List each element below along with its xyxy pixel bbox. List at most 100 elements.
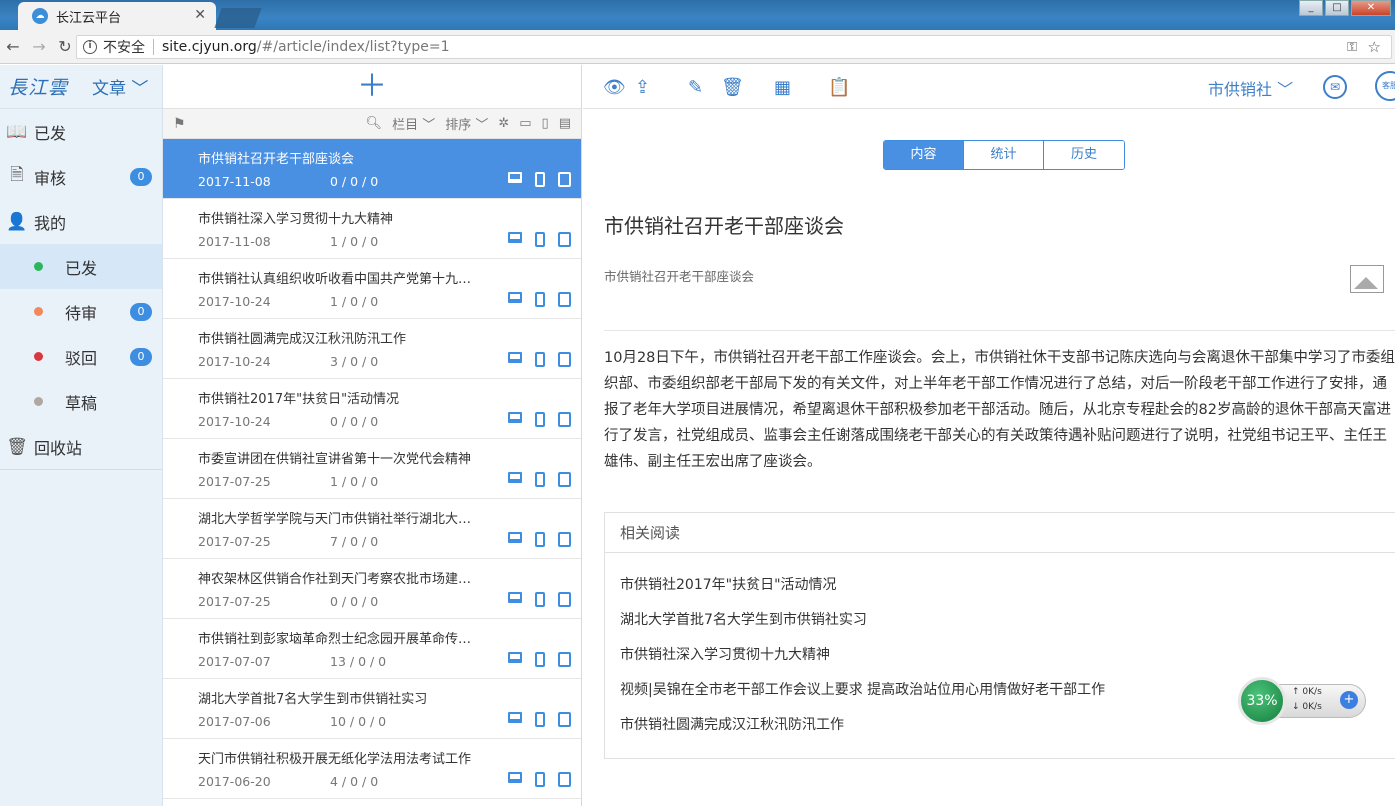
- minimize-button[interactable]: _: [1299, 0, 1323, 16]
- browser-tab[interactable]: ☁ 长江云平台 ✕: [18, 2, 216, 30]
- share-icon[interactable]: ⇪: [635, 77, 650, 98]
- tab-content[interactable]: 内容: [884, 141, 964, 169]
- sidebar-item-mine[interactable]: 👤 我的: [0, 199, 162, 244]
- desktop-icon[interactable]: [508, 652, 522, 663]
- html5-icon[interactable]: [558, 292, 571, 307]
- image-placeholder-icon[interactable]: [1350, 265, 1384, 293]
- html5-icon[interactable]: [558, 412, 571, 427]
- desktop-icon[interactable]: [508, 592, 522, 603]
- html5-icon[interactable]: [558, 472, 571, 487]
- related-link[interactable]: 市供销社2017年"扶贫日"活动情况: [605, 568, 1395, 603]
- desktop-icon[interactable]: [508, 532, 522, 543]
- phone-icon[interactable]: [535, 472, 545, 487]
- tab-history[interactable]: 历史: [1044, 141, 1124, 169]
- html5-icon[interactable]: [558, 172, 571, 187]
- phone-icon[interactable]: [535, 292, 545, 307]
- sidebar-subitem-draft[interactable]: 草稿: [0, 379, 162, 424]
- row-stats: 1 / 0 / 0: [330, 294, 379, 309]
- mail-icon[interactable]: ✉: [1323, 75, 1347, 99]
- table-row[interactable]: 市委宣讲团在供销社宣讲省第十一次党代会精神 2017-07-25 1 / 0 / 0: [163, 439, 581, 499]
- preview-eye-icon[interactable]: 👁: [603, 77, 626, 98]
- table-row[interactable]: 市供销社圆满完成汉江秋汛防汛工作 2017-10-24 3 / 0 / 0: [163, 319, 581, 379]
- phone-icon[interactable]: [535, 172, 545, 187]
- row-date: 2017-06-20: [198, 774, 271, 789]
- add-article-button[interactable]: ＋: [357, 71, 387, 102]
- html5-filter-icon[interactable]: ▤: [559, 116, 571, 131]
- html5-icon[interactable]: [558, 352, 571, 367]
- row-date: 2017-11-08: [198, 234, 271, 249]
- key-icon[interactable]: ⚿: [1347, 40, 1357, 55]
- sidebar-item-trash[interactable]: 🗑 回收站: [0, 424, 162, 469]
- edit-icon[interactable]: ✎: [688, 77, 703, 98]
- delete-icon[interactable]: 🗑: [721, 77, 744, 98]
- sidebar-subitem-pending[interactable]: 待审 0: [0, 289, 162, 334]
- window-close-button[interactable]: ✕: [1351, 0, 1391, 16]
- table-row[interactable]: 市供销社深入学习贯彻十九大精神 2017-11-08 1 / 0 / 0: [163, 199, 581, 259]
- table-row[interactable]: 天门市供销社积极开展无纸化学法用法考试工作 2017-06-20 4 / 0 / 0: [163, 739, 581, 799]
- clipboard-icon[interactable]: 📋: [828, 77, 850, 98]
- desktop-icon[interactable]: [508, 232, 522, 243]
- desktop-icon[interactable]: [508, 412, 522, 423]
- row-channel-icons: [508, 412, 571, 427]
- org-select[interactable]: 市供销社 ﹀: [1208, 76, 1293, 100]
- qrcode-icon[interactable]: ▦: [774, 77, 791, 98]
- phone-icon[interactable]: [535, 592, 545, 607]
- html5-icon[interactable]: [558, 232, 571, 247]
- table-row[interactable]: 神农架林区供销合作社到天门考察农批市场建… 2017-07-25 0 / 0 / 0: [163, 559, 581, 619]
- new-tab-button[interactable]: [214, 8, 262, 28]
- desktop-filter-icon[interactable]: ▭: [519, 116, 531, 131]
- close-tab-icon[interactable]: ✕: [194, 7, 206, 23]
- sidebar-item-published[interactable]: 📖 已发: [0, 109, 162, 154]
- flag-icon[interactable]: ⚑: [173, 116, 186, 132]
- forward-icon[interactable]: →: [26, 37, 52, 56]
- search-icon[interactable]: 🔍︎: [366, 116, 383, 131]
- reload-icon[interactable]: ↻: [52, 37, 78, 56]
- table-row[interactable]: 市供销社2017年"扶贫日"活动情况 2017-10-24 0 / 0 / 0: [163, 379, 581, 439]
- related-link[interactable]: 湖北大学首批7名大学生到市供销社实习: [605, 603, 1395, 638]
- desktop-icon[interactable]: [508, 172, 522, 183]
- phone-icon[interactable]: [535, 652, 545, 667]
- phone-icon[interactable]: [535, 232, 545, 247]
- column-filter[interactable]: 栏目 ﹀: [392, 114, 435, 133]
- sidebar-item-review[interactable]: 🗎 审核 0: [0, 154, 162, 199]
- table-row[interactable]: 湖北大学首批7名大学生到市供销社实习 2017-07-06 10 / 0 / 0: [163, 679, 581, 739]
- phone-icon[interactable]: [535, 352, 545, 367]
- maximize-button[interactable]: □: [1325, 0, 1349, 16]
- back-icon[interactable]: ←: [0, 37, 26, 56]
- phone-filter-icon[interactable]: ▯: [542, 116, 549, 131]
- row-date: 2017-07-25: [198, 594, 271, 609]
- sidebar-subitem-published[interactable]: 已发: [0, 244, 162, 289]
- paw-icon[interactable]: ✲: [498, 116, 509, 131]
- html5-icon[interactable]: [558, 772, 571, 787]
- related-link[interactable]: 市供销社深入学习贯彻十九大精神: [605, 638, 1395, 673]
- module-select[interactable]: 文章 ﹀: [92, 74, 148, 99]
- desktop-icon[interactable]: [508, 772, 522, 783]
- html5-icon[interactable]: [558, 712, 571, 727]
- bookmark-star-icon[interactable]: ☆: [1368, 38, 1381, 56]
- customer-service-icon[interactable]: 客服: [1375, 71, 1395, 101]
- phone-icon[interactable]: [535, 712, 545, 727]
- desktop-icon[interactable]: [508, 712, 522, 723]
- table-row[interactable]: 市供销社认真组织收听收看中国共产党第十九… 2017-10-24 1 / 0 / 0: [163, 259, 581, 319]
- desktop-icon[interactable]: [508, 292, 522, 303]
- memory-percent[interactable]: 33%: [1238, 677, 1286, 725]
- phone-icon[interactable]: [535, 772, 545, 787]
- info-icon[interactable]: i: [83, 40, 97, 54]
- html5-icon[interactable]: [558, 592, 571, 607]
- sidebar-subitem-rejected[interactable]: 驳回 0: [0, 334, 162, 379]
- tab-stats[interactable]: 统计: [964, 141, 1044, 169]
- url-input[interactable]: i 不安全 site.cjyun.org /#/article/index/li…: [76, 35, 1392, 59]
- desktop-icon[interactable]: [508, 472, 522, 483]
- phone-icon[interactable]: [535, 532, 545, 547]
- table-row[interactable]: 市供销社召开老干部座谈会 2017-11-08 0 / 0 / 0: [163, 139, 581, 199]
- widget-plus-button[interactable]: +: [1340, 691, 1358, 709]
- html5-icon[interactable]: [558, 532, 571, 547]
- network-speed-widget[interactable]: 33% ↑ 0K/s ↓ 0K/s +: [1238, 677, 1366, 725]
- desktop-icon[interactable]: [508, 352, 522, 363]
- html5-icon[interactable]: [558, 652, 571, 667]
- phone-icon[interactable]: [535, 412, 545, 427]
- logo[interactable]: 長江雲: [8, 73, 68, 100]
- table-row[interactable]: 湖北大学哲学学院与天门市供销社举行湖北大… 2017-07-25 7 / 0 / 0: [163, 499, 581, 559]
- sort-filter[interactable]: 排序 ﹀: [445, 114, 488, 133]
- table-row[interactable]: 市供销社到彭家垴革命烈士纪念园开展革命传… 2017-07-07 13 / 0 / …: [163, 619, 581, 679]
